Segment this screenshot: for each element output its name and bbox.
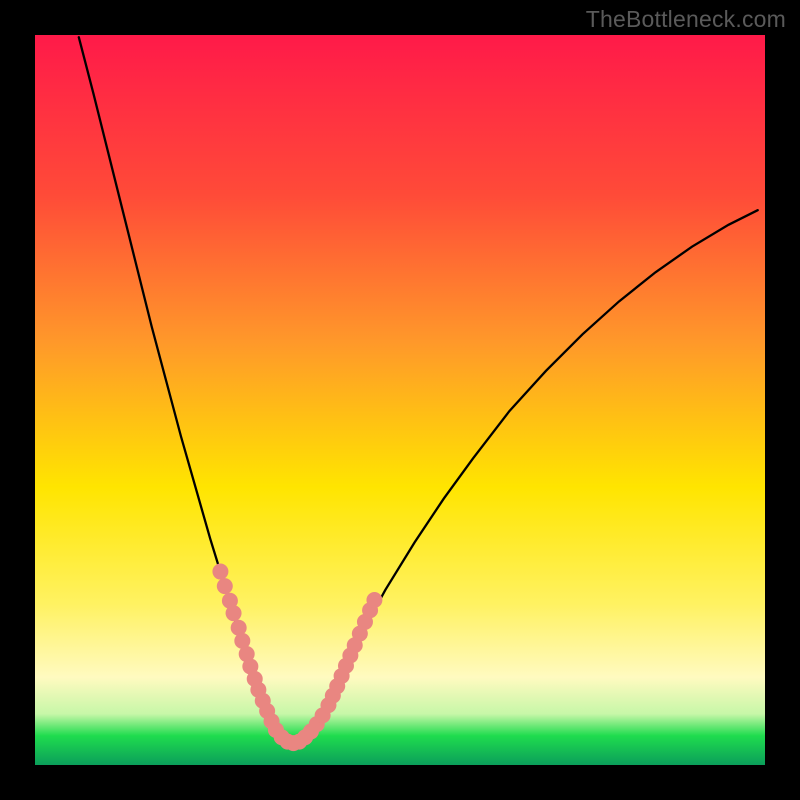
chart-root: TheBottleneck.com	[0, 0, 800, 800]
curve-marker	[366, 592, 382, 608]
curve-marker	[217, 578, 233, 594]
chart-canvas	[0, 0, 800, 800]
plot-background	[35, 35, 765, 765]
watermark-label: TheBottleneck.com	[586, 6, 786, 33]
curve-marker	[212, 564, 228, 580]
curve-marker	[226, 605, 242, 621]
